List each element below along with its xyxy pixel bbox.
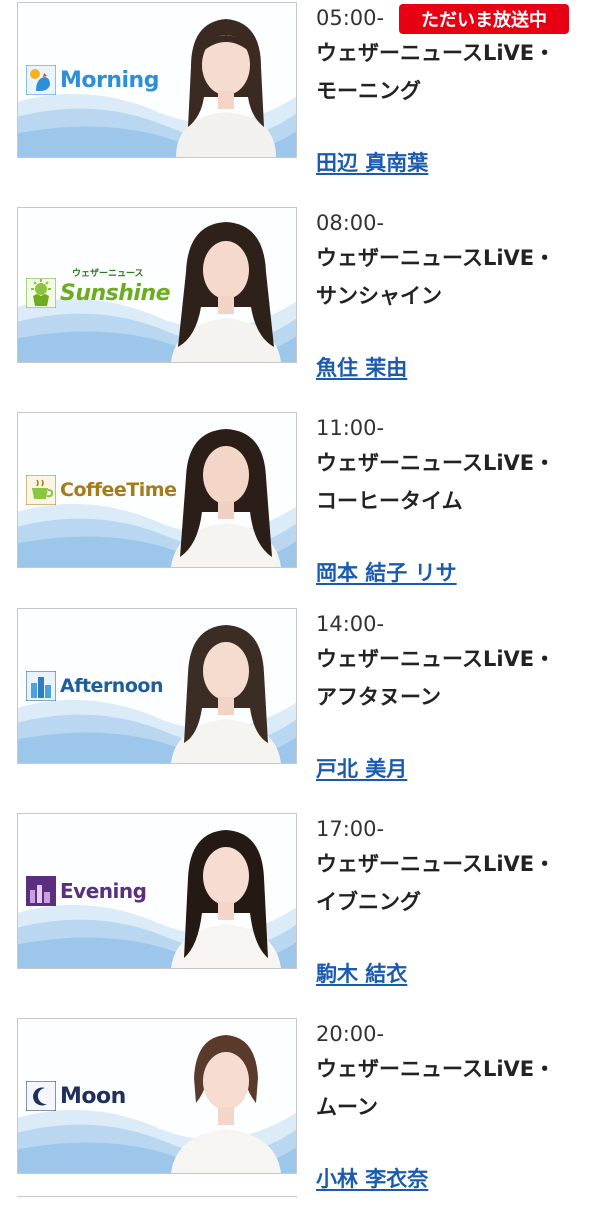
sun-shirt-icon: [26, 278, 56, 308]
program-logo: Afternoon: [26, 669, 163, 703]
program-title[interactable]: ウェザーニュースLiVE・ ムーン: [316, 1050, 606, 1126]
program-thumbnail[interactable]: Evening: [17, 813, 297, 969]
caster-photo: [171, 625, 281, 763]
city-buildings-icon: [26, 671, 56, 701]
program-title[interactable]: ウェザーニュースLiVE・ コーヒータイム: [316, 444, 606, 520]
program-info: 14:00- ウェザーニュースLiVE・ アフタヌーン: [316, 606, 606, 716]
program-title-line1: ウェザーニュースLiVE・: [316, 647, 556, 671]
program-logo-text: CoffeeTime: [60, 479, 177, 501]
program-item-coffeetime[interactable]: CoffeeTime 11:00- ウェザーニュースLiVE・ コーヒータイム …: [0, 410, 613, 614]
program-time: 14:00-: [316, 612, 385, 636]
caster-link[interactable]: 田辺 真南葉: [316, 147, 428, 177]
caster-link[interactable]: 魚住 茉由: [316, 352, 407, 382]
program-logo-text: Afternoon: [60, 675, 163, 697]
caster-photo: [171, 222, 281, 362]
crescent-moon-icon: [26, 1081, 56, 1111]
program-logo-subtitle: ウェザーニュース: [72, 269, 144, 279]
program-logo: Moon: [26, 1079, 126, 1113]
caster-link[interactable]: 駒木 結衣: [316, 958, 407, 988]
program-item-afternoon[interactable]: Afternoon 14:00- ウェザーニュースLiVE・ アフタヌーン 戸北…: [0, 606, 613, 810]
program-title-line2: サンシャイン: [316, 284, 442, 308]
program-title[interactable]: ウェザーニュースLiVE・ モーニング: [316, 34, 606, 110]
program-title-line1: ウェザーニュースLiVE・: [316, 852, 556, 876]
program-thumbnail[interactable]: Afternoon: [17, 608, 297, 764]
program-info: 08:00- ウェザーニュースLiVE・ サンシャイン: [316, 205, 606, 315]
program-info: 11:00- ウェザーニュースLiVE・ コーヒータイム: [316, 410, 606, 520]
caster-photo: [176, 19, 276, 157]
rooster-icon: [26, 65, 56, 95]
evening-city-icon: [26, 876, 56, 906]
program-title[interactable]: ウェザーニュースLiVE・ サンシャイン: [316, 239, 606, 315]
caster-link[interactable]: 岡本 結子 リサ: [316, 557, 457, 587]
caster-photo: [171, 1035, 281, 1173]
coffee-cup-icon: [26, 475, 56, 505]
program-time: 08:00-: [316, 211, 385, 235]
program-time: 20:00-: [316, 1022, 385, 1046]
program-item-sunshine[interactable]: ウェザーニュース Sunshine 08:00- ウェザーニュースLiVE・ サ…: [0, 205, 613, 409]
caster-photo: [171, 830, 281, 968]
program-thumbnail[interactable]: ウェザーニュース Sunshine: [17, 207, 297, 363]
program-title-line1: ウェザーニュースLiVE・: [316, 246, 556, 270]
program-title-line2: ムーン: [316, 1095, 378, 1119]
program-title-line2: イブニング: [316, 890, 421, 914]
program-info: 17:00- ウェザーニュースLiVE・ イブニング: [316, 811, 606, 921]
program-logo-text: Morning: [60, 67, 159, 93]
program-item-evening[interactable]: Evening 17:00- ウェザーニュースLiVE・ イブニング 駒木 結衣: [0, 811, 613, 1015]
program-logo: Sunshine: [26, 276, 171, 310]
next-thumbnail-edge: [17, 1196, 297, 1201]
program-thumbnail[interactable]: CoffeeTime: [17, 412, 297, 568]
program-item-moon[interactable]: Moon 20:00- ウェザーニュースLiVE・ ムーン 小林 李衣奈: [0, 1016, 613, 1220]
program-time: 17:00-: [316, 817, 385, 841]
program-thumbnail[interactable]: Moon: [17, 1018, 297, 1174]
program-title[interactable]: ウェザーニュースLiVE・ アフタヌーン: [316, 640, 606, 716]
program-title-line2: モーニング: [316, 79, 421, 103]
program-title-line1: ウェザーニュースLiVE・: [316, 1057, 556, 1081]
program-logo-text: Moon: [60, 1083, 126, 1109]
program-logo: Morning: [26, 63, 159, 97]
program-logo: CoffeeTime: [26, 473, 177, 507]
program-logo: Evening: [26, 874, 147, 908]
program-logo-text: Sunshine: [60, 280, 171, 306]
program-title[interactable]: ウェザーニュースLiVE・ イブニング: [316, 845, 606, 921]
caster-link[interactable]: 戸北 美月: [316, 753, 407, 783]
on-air-badge: ただいま放送中: [399, 4, 569, 34]
program-logo-text: Evening: [60, 879, 147, 903]
program-title-line2: アフタヌーン: [316, 685, 441, 709]
program-info: 20:00- ウェザーニュースLiVE・ ムーン: [316, 1016, 606, 1126]
program-item-morning[interactable]: Morning 05:00- ウェザーニュースLiVE・ モーニング ただいま放…: [0, 0, 613, 204]
program-title-line1: ウェザーニュースLiVE・: [316, 451, 556, 475]
program-time: 11:00-: [316, 416, 385, 440]
program-title-line2: コーヒータイム: [316, 489, 463, 513]
program-thumbnail[interactable]: Morning: [17, 2, 297, 158]
caster-photo: [171, 429, 281, 567]
program-title-line1: ウェザーニュースLiVE・: [316, 41, 556, 65]
caster-link[interactable]: 小林 李衣奈: [316, 1163, 428, 1193]
